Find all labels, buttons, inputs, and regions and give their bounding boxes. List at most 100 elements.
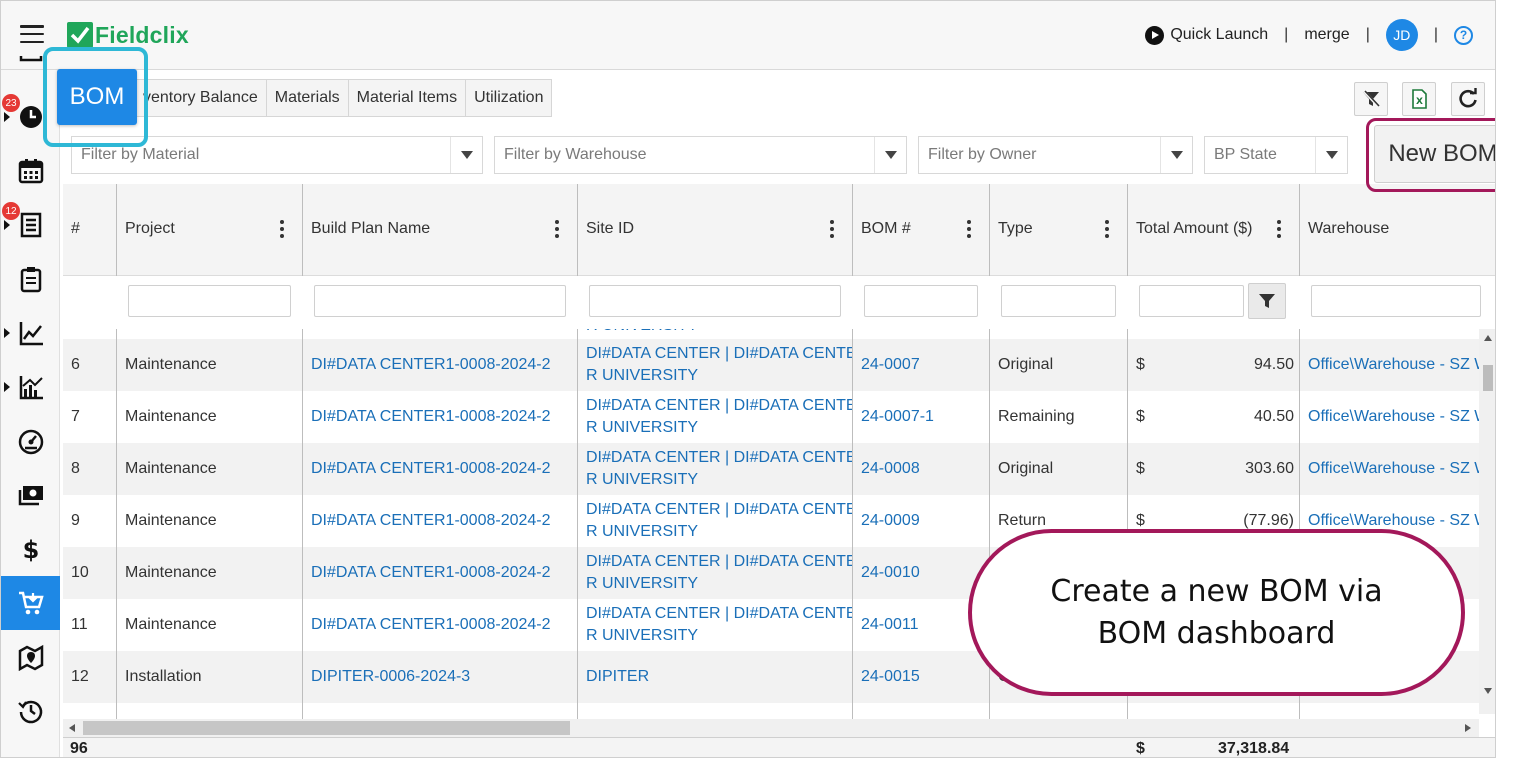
- separator: |: [1365, 26, 1370, 43]
- vertical-scrollbar[interactable]: [1479, 329, 1495, 714]
- sidebar-item-materials[interactable]: [1, 576, 60, 630]
- site-id-cell[interactable]: DI#DATA CENTER | DI#DATA CENTE R UNIVERSI…: [578, 495, 853, 547]
- type-filter-input[interactable]: [1001, 285, 1116, 317]
- project-filter-input[interactable]: [128, 285, 291, 317]
- receipt-icon: [20, 212, 41, 238]
- sidebar-item-reports[interactable]: [1, 306, 60, 360]
- site-id-cell[interactable]: DIPITER: [578, 651, 853, 703]
- site-id-cell[interactable]: DI#DATA CENTER | DI#DATA CENTE R UNIVERSI…: [578, 443, 853, 495]
- site-id-cell[interactable]: DI#DATA CENTER | DI#DATA CENTE R UNIVERSI…: [578, 391, 853, 443]
- expand-arrow-icon: [4, 220, 10, 230]
- sidebar-item-checklist[interactable]: [1, 252, 60, 306]
- sidebar-item-billing[interactable]: [1, 468, 60, 522]
- column-menu-icon[interactable]: [1105, 220, 1109, 238]
- site-id-cell[interactable]: DI#DATA CENTER | DI#DATA CENTE R UNIVERSI…: [578, 599, 853, 651]
- sidebar-item-analytics[interactable]: [1, 360, 60, 414]
- app-name: Fieldclix: [95, 21, 189, 48]
- site-id-cell[interactable]: DI#DATA CENTER | DI#DATA CENTE R UNIVERSI…: [578, 339, 853, 391]
- table-row[interactable]: 6 Maintenance DI#DATA CENTER1-0008-2024-2 D…: [63, 339, 1479, 391]
- column-menu-icon[interactable]: [555, 220, 559, 238]
- logo-check-icon: [67, 22, 93, 48]
- help-icon[interactable]: ?: [1454, 25, 1473, 45]
- table-row[interactable]: 8 Maintenance DI#DATA CENTER1-0008-2024-2 D…: [63, 443, 1479, 495]
- build-plan-filter-input[interactable]: [314, 285, 566, 317]
- menu-icon[interactable]: [20, 25, 44, 43]
- bom-number-link[interactable]: 24-0008: [853, 443, 990, 495]
- sidebar-item-list[interactable]: [1, 56, 60, 76]
- new-bom-button[interactable]: New BOM: [1374, 125, 1495, 183]
- build-plan-link[interactable]: DI#DATA CENTER1-0008-2024-2: [303, 339, 578, 391]
- merge-link[interactable]: merge: [1304, 26, 1349, 44]
- build-plan-link[interactable]: DI#DATA CENTER1-0008-2024-2: [303, 391, 578, 443]
- column-menu-icon[interactable]: [830, 220, 834, 238]
- warehouse-filter[interactable]: Filter by Warehouse: [494, 136, 907, 174]
- header-actions: Quick Launch | merge | JD | ?: [1145, 19, 1473, 51]
- bom-number-link[interactable]: 24-0010: [853, 547, 990, 599]
- footer-total: 37,318.84: [1218, 740, 1290, 757]
- column-menu-icon[interactable]: [280, 220, 284, 238]
- bom-number-link[interactable]: 24-0009: [853, 495, 990, 547]
- owner-filter[interactable]: Filter by Owner: [918, 136, 1193, 174]
- export-excel-button[interactable]: X: [1402, 82, 1436, 116]
- clear-filter-button[interactable]: [1354, 82, 1388, 116]
- site-id-cell[interactable]: DI#DATA CENTER | DI#DATA CENTE R UNIVERSI…: [578, 547, 853, 599]
- tutorial-callout: Create a new BOM via BOM dashboard: [968, 529, 1465, 696]
- amount-cell: $94.50: [1136, 356, 1294, 373]
- column-header-project[interactable]: Project: [117, 184, 303, 276]
- build-plan-link[interactable]: DI#DATA CENTER1-0008-2024-2: [303, 443, 578, 495]
- amount-filter-button[interactable]: [1248, 283, 1286, 319]
- column-header-site-id[interactable]: Site ID: [578, 184, 853, 276]
- column-header-total-amount[interactable]: Total Amount ($): [1128, 184, 1300, 276]
- bom-number-filter-input[interactable]: [864, 285, 978, 317]
- tab-utilization[interactable]: Utilization: [466, 79, 553, 117]
- sidebar-item-timesheet[interactable]: 23: [1, 90, 60, 144]
- refresh-button[interactable]: [1451, 82, 1485, 116]
- bom-number-link[interactable]: 24-0015: [853, 651, 990, 703]
- project-cell: Maintenance: [125, 564, 217, 581]
- app-logo[interactable]: Fieldclix: [67, 21, 189, 49]
- build-plan-link[interactable]: DI#DATA CENTER1-0008-2024-2: [303, 599, 578, 651]
- sidebar-item-sites[interactable]: [1, 630, 60, 684]
- cart-icon: [18, 591, 44, 615]
- site-id-filter-input[interactable]: [589, 285, 841, 317]
- forms-badge: 12: [2, 202, 20, 220]
- warehouse-link[interactable]: Office\Warehouse - SZ W: [1300, 391, 1479, 443]
- expand-arrow-icon: [4, 328, 10, 338]
- grid-header: # Project Build Plan Name Site ID BOM # …: [63, 184, 1495, 319]
- chart-line-icon: [19, 322, 43, 346]
- warehouse-link[interactable]: Office\Warehouse - SZ W: [1300, 443, 1479, 495]
- filter-icon: [1259, 294, 1275, 308]
- amount-filter-input[interactable]: [1139, 285, 1244, 317]
- column-header-type[interactable]: Type: [990, 184, 1128, 276]
- horizontal-scrollbar[interactable]: [63, 719, 1479, 737]
- avatar[interactable]: JD: [1385, 19, 1418, 51]
- play-icon: [1145, 25, 1165, 45]
- app-frame: Fieldclix Quick Launch | merge | JD | ? …: [0, 0, 1496, 758]
- tab-material-items[interactable]: Material Items: [348, 79, 467, 117]
- column-header-warehouse[interactable]: Warehouse: [1300, 184, 1495, 276]
- sidebar-item-history[interactable]: [1, 684, 60, 738]
- column-header-build-plan[interactable]: Build Plan Name: [303, 184, 578, 276]
- tab-bom[interactable]: BOM: [57, 69, 137, 125]
- warehouse-link[interactable]: Office\Warehouse - SZ W: [1300, 339, 1479, 391]
- build-plan-link[interactable]: DI#DATA CENTER1-0008-2024-2: [303, 547, 578, 599]
- tab-materials[interactable]: Materials: [266, 79, 349, 117]
- material-filter[interactable]: Filter by Material: [71, 136, 483, 174]
- build-plan-link[interactable]: DIPITER-0006-2024-3: [303, 651, 578, 703]
- bom-number-link[interactable]: 24-0007: [853, 339, 990, 391]
- column-menu-icon[interactable]: [1277, 220, 1281, 238]
- quick-launch-button[interactable]: Quick Launch: [1145, 25, 1268, 45]
- bp-state-filter[interactable]: BP State: [1204, 136, 1348, 174]
- bom-number-link[interactable]: 24-0007-1: [853, 391, 990, 443]
- warehouse-filter-input[interactable]: [1311, 285, 1481, 317]
- sidebar-item-calendar[interactable]: [1, 144, 60, 198]
- column-header-bom-number[interactable]: BOM #: [853, 184, 990, 276]
- sidebar-item-forms[interactable]: 12: [1, 198, 60, 252]
- build-plan-link[interactable]: DI#DATA CENTER1-0008-2024-2: [303, 495, 578, 547]
- sidebar-item-dashboard[interactable]: [1, 414, 60, 468]
- table-row[interactable]: 7 Maintenance DI#DATA CENTER1-0008-2024-2 D…: [63, 391, 1479, 443]
- column-header-number[interactable]: #: [63, 184, 117, 276]
- callout-line-1: Create a new BOM via: [1050, 573, 1383, 609]
- sidebar-item-finance[interactable]: $: [1, 522, 60, 576]
- column-menu-icon[interactable]: [967, 220, 971, 238]
